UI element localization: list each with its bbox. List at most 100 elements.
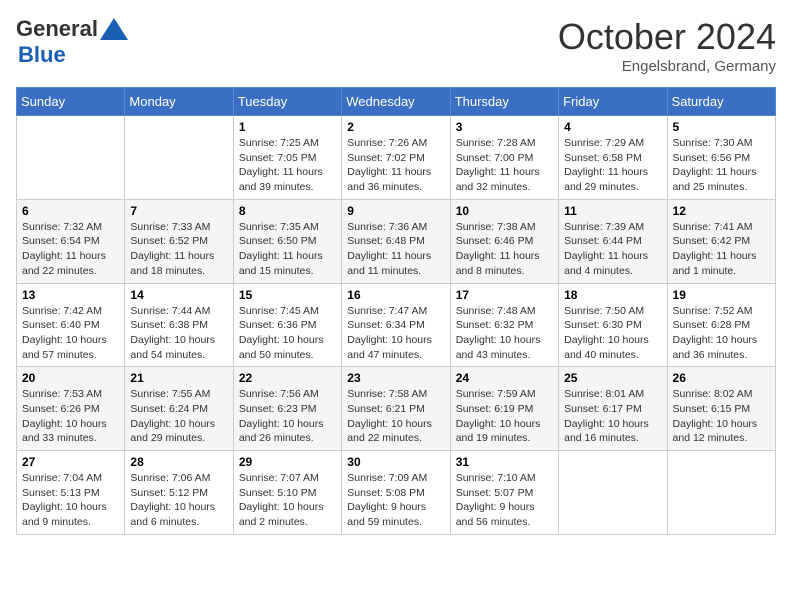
day-number: 29 — [239, 455, 336, 469]
calendar-cell — [559, 451, 667, 535]
calendar-cell: 4 Sunrise: 7:29 AM Sunset: 6:58 PM Daylig… — [559, 116, 667, 200]
weekday-header: Thursday — [450, 88, 558, 116]
day-info: Sunrise: 7:09 AM Sunset: 5:08 PM Dayligh… — [347, 471, 444, 530]
day-info: Sunrise: 7:29 AM Sunset: 6:58 PM Dayligh… — [564, 136, 661, 195]
day-info: Sunrise: 7:07 AM Sunset: 5:10 PM Dayligh… — [239, 471, 336, 530]
calendar-cell: 18 Sunrise: 7:50 AM Sunset: 6:30 PM Dayli… — [559, 283, 667, 367]
day-number: 3 — [456, 120, 553, 134]
day-number: 2 — [347, 120, 444, 134]
day-info: Sunrise: 7:06 AM Sunset: 5:12 PM Dayligh… — [130, 471, 227, 530]
calendar-cell: 5Sunrise: 7:30 AM Sunset: 6:56 PM Daylig… — [667, 116, 775, 200]
day-info: Sunrise: 7:55 AM Sunset: 6:24 PM Dayligh… — [130, 387, 227, 446]
day-number: 5 — [673, 120, 770, 134]
day-number: 13 — [22, 288, 119, 302]
day-info: Sunrise: 8:02 AM Sunset: 6:15 PM Dayligh… — [673, 387, 770, 446]
day-number: 30 — [347, 455, 444, 469]
day-info: Sunrise: 7:33 AM Sunset: 6:52 PM Dayligh… — [130, 220, 227, 279]
calendar-cell: 7Sunrise: 7:33 AM Sunset: 6:52 PM Daylig… — [125, 199, 233, 283]
weekday-header: Friday — [559, 88, 667, 116]
day-info: Sunrise: 7:41 AM Sunset: 6:42 PM Dayligh… — [673, 220, 770, 279]
day-number: 8 — [239, 204, 336, 218]
day-info: Sunrise: 8:01 AM Sunset: 6:17 PM Dayligh… — [564, 387, 661, 446]
calendar-cell: 21 Sunrise: 7:55 AM Sunset: 6:24 PM Dayli… — [125, 367, 233, 451]
day-number: 6 — [22, 204, 119, 218]
calendar-cell: 3 Sunrise: 7:28 AM Sunset: 7:00 PM Daylig… — [450, 116, 558, 200]
day-info: Sunrise: 7:28 AM Sunset: 7:00 PM Dayligh… — [456, 136, 553, 195]
logo-icon — [100, 18, 128, 40]
calendar-table: SundayMondayTuesdayWednesdayThursdayFrid… — [16, 87, 776, 535]
weekday-header-row: SundayMondayTuesdayWednesdayThursdayFrid… — [17, 88, 776, 116]
calendar-cell: 9 Sunrise: 7:36 AM Sunset: 6:48 PM Daylig… — [342, 199, 450, 283]
day-info: Sunrise: 7:50 AM Sunset: 6:30 PM Dayligh… — [564, 304, 661, 363]
day-number: 21 — [130, 371, 227, 385]
calendar-cell: 30 Sunrise: 7:09 AM Sunset: 5:08 PM Dayli… — [342, 451, 450, 535]
calendar-cell: 20 Sunrise: 7:53 AM Sunset: 6:26 PM Dayli… — [17, 367, 125, 451]
calendar-cell: 31Sunrise: 7:10 AM Sunset: 5:07 PM Dayli… — [450, 451, 558, 535]
day-info: Sunrise: 7:59 AM Sunset: 6:19 PM Dayligh… — [456, 387, 553, 446]
day-info: Sunrise: 7:26 AM Sunset: 7:02 PM Dayligh… — [347, 136, 444, 195]
day-info: Sunrise: 7:38 AM Sunset: 6:46 PM Dayligh… — [456, 220, 553, 279]
calendar-cell: 24 Sunrise: 7:59 AM Sunset: 6:19 PM Dayli… — [450, 367, 558, 451]
day-number: 18 — [564, 288, 661, 302]
day-number: 31 — [456, 455, 553, 469]
day-info: Sunrise: 7:45 AM Sunset: 6:36 PM Dayligh… — [239, 304, 336, 363]
month-title: October 2024 — [558, 16, 776, 58]
calendar-cell: 13 Sunrise: 7:42 AM Sunset: 6:40 PM Dayli… — [17, 283, 125, 367]
calendar-cell: 12Sunrise: 7:41 AM Sunset: 6:42 PM Dayli… — [667, 199, 775, 283]
calendar-cell: 19Sunrise: 7:52 AM Sunset: 6:28 PM Dayli… — [667, 283, 775, 367]
day-number: 15 — [239, 288, 336, 302]
calendar-cell: 14 Sunrise: 7:44 AM Sunset: 6:38 PM Dayli… — [125, 283, 233, 367]
calendar-week-row: 6 Sunrise: 7:32 AM Sunset: 6:54 PM Daylig… — [17, 199, 776, 283]
day-number: 11 — [564, 204, 661, 218]
calendar-cell — [667, 451, 775, 535]
day-number: 19 — [673, 288, 770, 302]
day-number: 14 — [130, 288, 227, 302]
day-info: Sunrise: 7:36 AM Sunset: 6:48 PM Dayligh… — [347, 220, 444, 279]
day-number: 20 — [22, 371, 119, 385]
day-number: 16 — [347, 288, 444, 302]
day-info: Sunrise: 7:58 AM Sunset: 6:21 PM Dayligh… — [347, 387, 444, 446]
day-info: Sunrise: 7:48 AM Sunset: 6:32 PM Dayligh… — [456, 304, 553, 363]
location: Engelsbrand, Germany — [558, 58, 776, 75]
calendar-cell: 10 Sunrise: 7:38 AM Sunset: 6:46 PM Dayli… — [450, 199, 558, 283]
weekday-header: Sunday — [17, 88, 125, 116]
day-info: Sunrise: 7:25 AM Sunset: 7:05 PM Dayligh… — [239, 136, 336, 195]
calendar-cell: 26 Sunrise: 8:02 AM Sunset: 6:15 PM Dayli… — [667, 367, 775, 451]
calendar-cell: 8 Sunrise: 7:35 AM Sunset: 6:50 PM Daylig… — [233, 199, 341, 283]
day-number: 25 — [564, 371, 661, 385]
day-info: Sunrise: 7:56 AM Sunset: 6:23 PM Dayligh… — [239, 387, 336, 446]
calendar-week-row: 20 Sunrise: 7:53 AM Sunset: 6:26 PM Dayli… — [17, 367, 776, 451]
title-block: October 2024 Engelsbrand, Germany — [558, 16, 776, 75]
calendar-cell — [125, 116, 233, 200]
day-info: Sunrise: 7:39 AM Sunset: 6:44 PM Dayligh… — [564, 220, 661, 279]
day-number: 4 — [564, 120, 661, 134]
calendar-week-row: 27Sunrise: 7:04 AM Sunset: 5:13 PM Dayli… — [17, 451, 776, 535]
day-number: 26 — [673, 371, 770, 385]
page-header: General Blue October 2024 Engelsbrand, G… — [16, 16, 776, 75]
weekday-header: Wednesday — [342, 88, 450, 116]
logo-general: General — [16, 16, 98, 42]
day-info: Sunrise: 7:42 AM Sunset: 6:40 PM Dayligh… — [22, 304, 119, 363]
calendar-cell: 23Sunrise: 7:58 AM Sunset: 6:21 PM Dayli… — [342, 367, 450, 451]
calendar-cell: 22 Sunrise: 7:56 AM Sunset: 6:23 PM Dayli… — [233, 367, 341, 451]
day-info: Sunrise: 7:32 AM Sunset: 6:54 PM Dayligh… — [22, 220, 119, 279]
calendar-cell: 11 Sunrise: 7:39 AM Sunset: 6:44 PM Dayli… — [559, 199, 667, 283]
day-number: 22 — [239, 371, 336, 385]
day-info: Sunrise: 7:44 AM Sunset: 6:38 PM Dayligh… — [130, 304, 227, 363]
weekday-header: Monday — [125, 88, 233, 116]
day-number: 9 — [347, 204, 444, 218]
day-info: Sunrise: 7:35 AM Sunset: 6:50 PM Dayligh… — [239, 220, 336, 279]
day-number: 1 — [239, 120, 336, 134]
calendar-cell: 27Sunrise: 7:04 AM Sunset: 5:13 PM Dayli… — [17, 451, 125, 535]
day-info: Sunrise: 7:47 AM Sunset: 6:34 PM Dayligh… — [347, 304, 444, 363]
calendar-week-row: 13 Sunrise: 7:42 AM Sunset: 6:40 PM Dayli… — [17, 283, 776, 367]
day-number: 17 — [456, 288, 553, 302]
day-info: Sunrise: 7:53 AM Sunset: 6:26 PM Dayligh… — [22, 387, 119, 446]
calendar-cell: 6 Sunrise: 7:32 AM Sunset: 6:54 PM Daylig… — [17, 199, 125, 283]
calendar-cell: 1 Sunrise: 7:25 AM Sunset: 7:05 PM Daylig… — [233, 116, 341, 200]
calendar-cell: 2 Sunrise: 7:26 AM Sunset: 7:02 PM Daylig… — [342, 116, 450, 200]
day-number: 10 — [456, 204, 553, 218]
calendar-cell: 25 Sunrise: 8:01 AM Sunset: 6:17 PM Dayli… — [559, 367, 667, 451]
day-number: 24 — [456, 371, 553, 385]
calendar-cell: 28Sunrise: 7:06 AM Sunset: 5:12 PM Dayli… — [125, 451, 233, 535]
